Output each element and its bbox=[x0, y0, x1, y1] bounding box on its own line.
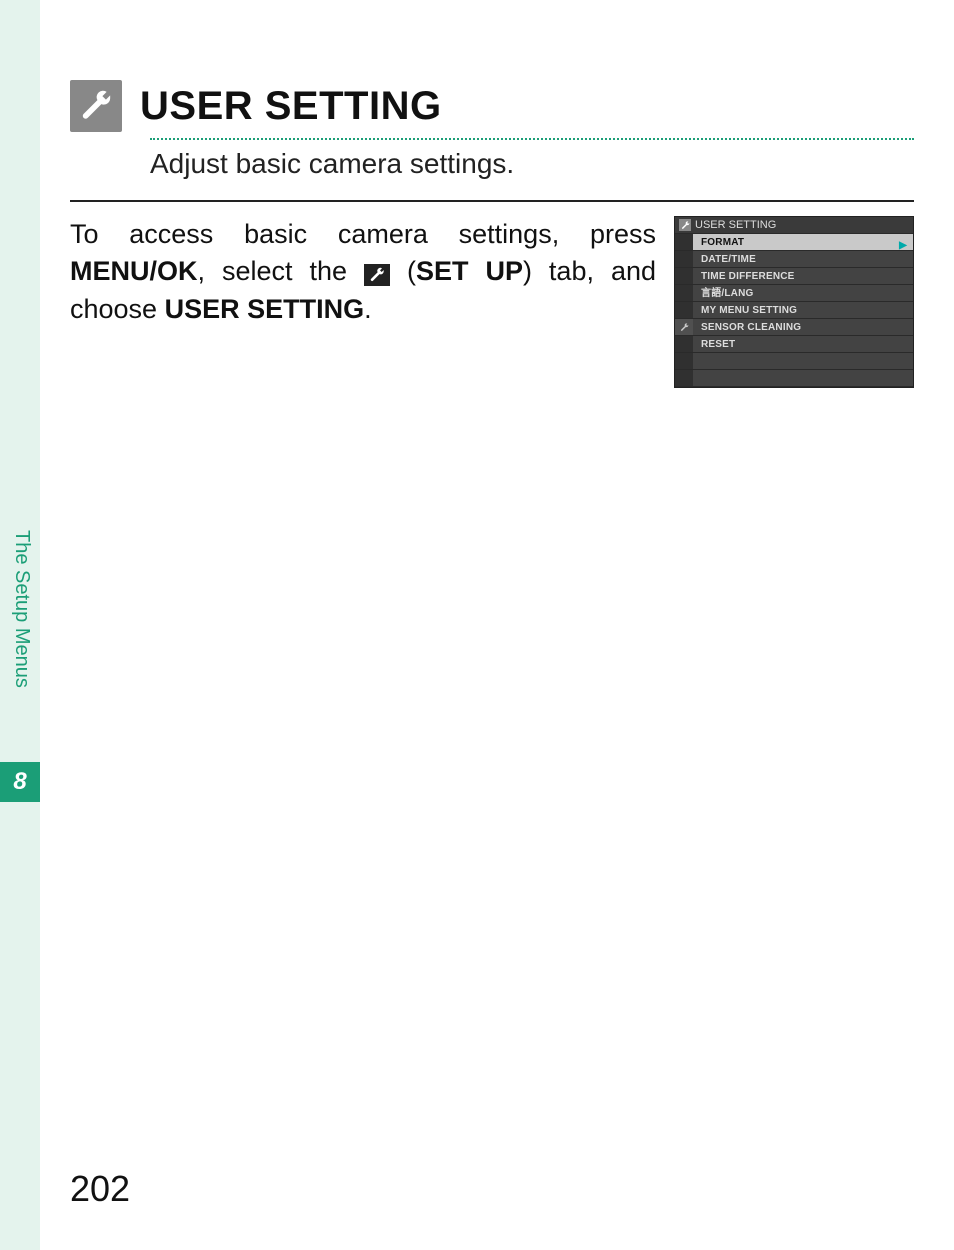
camera-menu-item-label: TIME DIFFERENCE bbox=[701, 271, 795, 282]
camera-menu-item: TIME DIFFERENCE bbox=[693, 268, 913, 285]
page-number: 202 bbox=[70, 1168, 130, 1210]
setup-label: SET UP bbox=[416, 256, 523, 286]
left-sidebar: The Setup Menus 8 bbox=[0, 0, 40, 1250]
camera-menu-item: 言語/LANG bbox=[693, 285, 913, 302]
camera-menu-item: RESET bbox=[693, 336, 913, 353]
wrench-small-icon bbox=[679, 219, 691, 231]
camera-tab bbox=[675, 285, 693, 302]
camera-menu-item bbox=[693, 353, 913, 370]
camera-menu-header: USER SETTING bbox=[675, 217, 913, 234]
chapter-number-tab: 8 bbox=[0, 762, 40, 802]
body-text: To access basic camera settings, press M… bbox=[70, 216, 656, 388]
wrench-inline-icon bbox=[364, 264, 390, 286]
camera-tab bbox=[675, 302, 693, 319]
body-part1: To access basic camera settings, press bbox=[70, 219, 656, 249]
page-title: USER SETTING bbox=[140, 84, 442, 129]
camera-tab-setup bbox=[675, 319, 693, 336]
camera-tab bbox=[675, 370, 693, 387]
subtitle: Adjust basic camera settings. bbox=[150, 148, 914, 180]
camera-tab bbox=[675, 353, 693, 370]
camera-tab bbox=[675, 234, 693, 251]
camera-tab bbox=[675, 336, 693, 353]
camera-menu-item: SENSOR CLEANING bbox=[693, 319, 913, 336]
chapter-label: The Setup Menus bbox=[7, 530, 33, 740]
wrench-icon bbox=[70, 80, 122, 132]
camera-menu-item: DATE/TIME bbox=[693, 251, 913, 268]
content-area: USER SETTING Adjust basic camera setting… bbox=[70, 80, 914, 388]
dotted-divider bbox=[150, 138, 914, 140]
manual-page: The Setup Menus 8 USER SETTING Adjust ba… bbox=[0, 0, 954, 1250]
camera-tab bbox=[675, 251, 693, 268]
camera-menu-item: FORMAT▶ bbox=[693, 234, 913, 251]
camera-menu-screenshot: USER SETTING bbox=[674, 216, 914, 388]
menu-ok-label: MENU/OK bbox=[70, 256, 198, 286]
body-row: To access basic camera settings, press M… bbox=[70, 216, 914, 388]
camera-menu-item bbox=[693, 370, 913, 387]
camera-menu-tabs bbox=[675, 234, 693, 387]
camera-menu-item-label: DATE/TIME bbox=[701, 254, 756, 265]
camera-menu-item-label: 言語/LANG bbox=[701, 288, 754, 299]
camera-menu-item-label: RESET bbox=[701, 339, 735, 350]
camera-menu-body: FORMAT▶ DATE/TIME TIME DIFFERENCE 言語/LAN… bbox=[675, 234, 913, 387]
camera-tab bbox=[675, 268, 693, 285]
camera-menu-list: FORMAT▶ DATE/TIME TIME DIFFERENCE 言語/LAN… bbox=[693, 234, 913, 387]
camera-menu-item-label: SENSOR CLEANING bbox=[701, 322, 801, 333]
body-part4: . bbox=[364, 294, 372, 324]
user-setting-label: USER SETTING bbox=[165, 294, 365, 324]
body-part2: , select the bbox=[198, 256, 365, 286]
camera-menu-header-label: USER SETTING bbox=[695, 219, 776, 231]
camera-menu-item: MY MENU SETTING bbox=[693, 302, 913, 319]
horizontal-rule bbox=[70, 200, 914, 202]
title-row: USER SETTING bbox=[70, 80, 914, 132]
camera-menu-item-label: FORMAT bbox=[701, 237, 744, 248]
camera-menu-item-label: MY MENU SETTING bbox=[701, 305, 797, 316]
